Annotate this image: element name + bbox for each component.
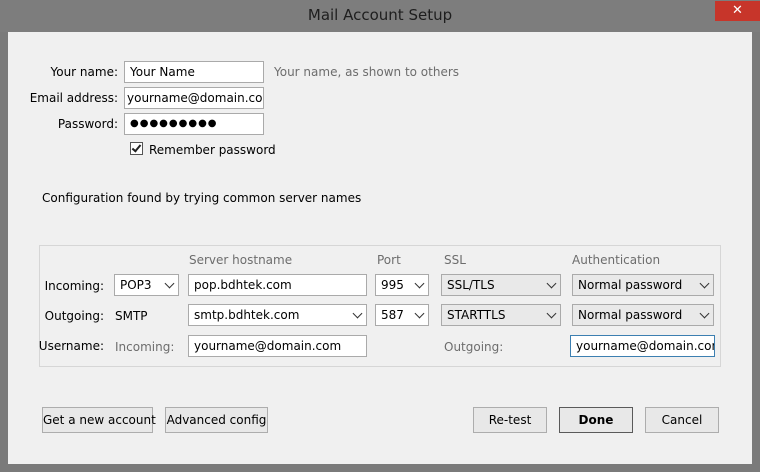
dialog-client-area: Your name: Your Name Your name, as shown… <box>8 32 752 464</box>
outgoing-username-input[interactable]: yourname@domain.com <box>570 335 715 357</box>
incoming-protocol-value: POP3 <box>120 278 152 292</box>
username-outgoing-label: Outgoing: <box>444 340 504 354</box>
server-hostname-header: Server hostname <box>189 253 293 267</box>
incoming-auth-select[interactable]: Normal password <box>572 274 714 296</box>
remember-password-checkbox[interactable] <box>130 142 143 155</box>
outgoing-port-value: 587 <box>381 308 404 322</box>
incoming-auth-value: Normal password <box>578 278 683 292</box>
incoming-port-select[interactable]: 995 <box>375 274 429 296</box>
incoming-username-input[interactable]: yourname@domain.com <box>188 335 367 357</box>
chevron-down-icon <box>352 308 363 319</box>
chevron-down-icon <box>414 308 425 319</box>
chevron-down-icon <box>414 278 425 289</box>
incoming-ssl-select[interactable]: SSL/TLS <box>441 274 561 296</box>
chevron-down-icon <box>699 308 710 319</box>
email-address-input[interactable]: yourname@domain.com <box>124 87 264 109</box>
close-button[interactable]: ✕ <box>715 1 760 21</box>
close-icon: ✕ <box>732 3 743 18</box>
authentication-header: Authentication <box>572 253 661 267</box>
outgoing-ssl-select[interactable]: STARTTLS <box>441 304 561 326</box>
your-name-label: Your name: <box>50 65 118 79</box>
advanced-config-button[interactable]: Advanced config <box>165 407 268 433</box>
incoming-ssl-value: SSL/TLS <box>447 278 495 292</box>
password-input[interactable]: ●●●●●●●●● <box>124 113 264 135</box>
chevron-down-icon <box>164 278 175 289</box>
email-address-label: Email address: <box>29 91 118 105</box>
checkmark-icon <box>131 142 142 153</box>
outgoing-ssl-value: STARTTLS <box>447 308 506 322</box>
mail-account-setup-window: Mail Account Setup ✕ Your name: Your Nam… <box>0 0 760 472</box>
incoming-label: Incoming: <box>44 279 104 293</box>
outgoing-port-select[interactable]: 587 <box>375 304 429 326</box>
outgoing-protocol: SMTP <box>115 309 148 323</box>
window-title: Mail Account Setup <box>307 6 453 24</box>
outgoing-auth-select[interactable]: Normal password <box>572 304 714 326</box>
incoming-port-value: 995 <box>381 278 404 292</box>
incoming-protocol-select[interactable]: POP3 <box>114 274 179 296</box>
your-name-hint: Your name, as shown to others <box>274 65 460 79</box>
port-header: Port <box>377 253 401 267</box>
configuration-status: Configuration found by trying common ser… <box>42 191 362 205</box>
password-label: Password: <box>57 117 118 131</box>
cancel-button[interactable]: Cancel <box>645 407 719 433</box>
outgoing-hostname-value: smtp.bdhtek.com <box>194 308 300 322</box>
username-label: Username: <box>38 339 104 353</box>
incoming-hostname-input[interactable]: pop.bdhtek.com <box>188 274 367 296</box>
outgoing-hostname-combobox[interactable]: smtp.bdhtek.com <box>188 304 367 326</box>
your-name-input[interactable]: Your Name <box>124 61 264 83</box>
get-new-account-button[interactable]: Get a new account <box>42 407 156 433</box>
title-bar[interactable]: Mail Account Setup ✕ <box>0 0 760 32</box>
chevron-down-icon <box>546 278 557 289</box>
outgoing-auth-value: Normal password <box>578 308 683 322</box>
ssl-header: SSL <box>444 253 466 267</box>
outgoing-label: Outgoing: <box>44 309 104 323</box>
retest-button[interactable]: Re-test <box>473 407 547 433</box>
chevron-down-icon <box>546 308 557 319</box>
done-button[interactable]: Done <box>559 407 633 433</box>
username-incoming-label: Incoming: <box>115 340 175 354</box>
remember-password-label[interactable]: Remember password <box>149 143 276 157</box>
chevron-down-icon <box>699 278 710 289</box>
